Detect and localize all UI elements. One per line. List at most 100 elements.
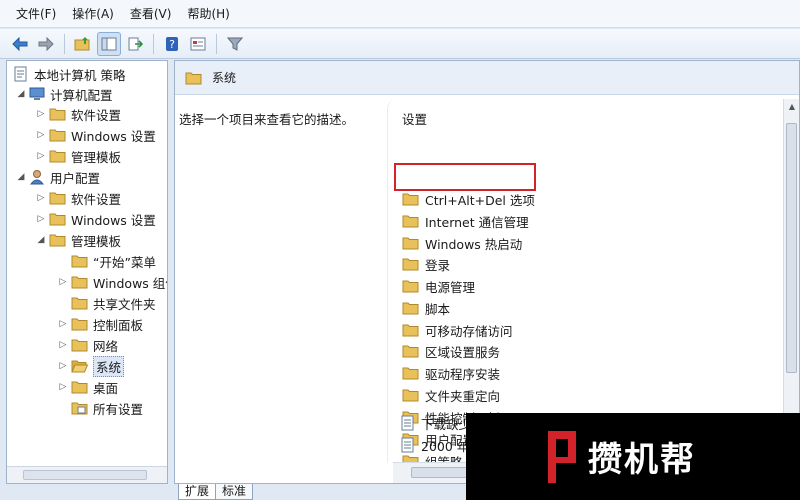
collapsed-arrow-icon[interactable]: ▷ xyxy=(35,151,47,161)
pane-header: 系统 xyxy=(175,61,799,95)
folder-icon xyxy=(71,296,88,310)
scroll-thumb[interactable] xyxy=(23,470,147,480)
folder-icon xyxy=(185,71,202,85)
folder-icon xyxy=(402,323,419,337)
highlight-box xyxy=(394,163,536,191)
folder-icon xyxy=(71,338,88,352)
folder-icon xyxy=(49,233,66,247)
tab-standard[interactable]: 标准 xyxy=(215,484,254,500)
tree-cc-windows[interactable]: ▷ Windows 设置 xyxy=(35,125,156,145)
setting-document-icon xyxy=(401,415,415,431)
folder-icon xyxy=(402,192,419,206)
collapsed-arrow-icon[interactable]: ▷ xyxy=(35,130,47,140)
open-folder-icon xyxy=(71,359,88,373)
expanded-arrow-icon[interactable]: ◢ xyxy=(15,89,27,99)
collapsed-arrow-icon[interactable]: ▷ xyxy=(57,361,69,371)
folder-icon xyxy=(49,212,66,226)
brand-logo-icon xyxy=(544,427,580,487)
tree-user-config[interactable]: ◢ 用户配置 xyxy=(15,167,100,187)
collapsed-arrow-icon[interactable]: ▷ xyxy=(35,109,47,119)
collapsed-arrow-icon[interactable]: ▷ xyxy=(57,319,69,329)
folder-icon xyxy=(402,257,419,271)
tab-extended[interactable]: 扩展 xyxy=(178,484,217,500)
menu-help[interactable]: 帮助(H) xyxy=(179,3,237,25)
folder-icon xyxy=(49,128,66,142)
collapsed-arrow-icon[interactable]: ▷ xyxy=(57,340,69,350)
list-item[interactable]: Internet 通信管理 xyxy=(402,211,529,231)
tree-cc-software[interactable]: ▷ 软件设置 xyxy=(35,104,121,124)
menu-bar: 文件(F) 操作(A) 查看(V) 帮助(H) xyxy=(0,0,800,28)
folder-icon xyxy=(71,275,88,289)
column-header-settings[interactable]: 设置 xyxy=(402,109,427,128)
folder-icon xyxy=(402,236,419,250)
settings-vertical-scrollbar[interactable]: ▲ xyxy=(783,99,799,465)
folder-icon xyxy=(71,380,88,394)
list-item[interactable]: Windows 热启动 xyxy=(402,233,522,253)
expanded-arrow-icon[interactable]: ◢ xyxy=(15,172,27,182)
toolbar-separator xyxy=(153,33,154,54)
toolbar-separator xyxy=(216,33,217,54)
tree-network[interactable]: ▷ 网络 xyxy=(57,335,118,355)
collapsed-arrow-icon[interactable]: ▷ xyxy=(57,382,69,392)
tree-desktop[interactable]: ▷ 桌面 xyxy=(57,377,118,397)
tree-shared-folders[interactable]: 共享文件夹 xyxy=(57,293,156,313)
folder-icon xyxy=(402,388,419,402)
collapsed-arrow-icon[interactable]: ▷ xyxy=(57,277,69,287)
list-item[interactable]: Ctrl+Alt+Del 选项 xyxy=(402,189,535,209)
tree-all-settings[interactable]: 所有设置 xyxy=(57,398,143,418)
collapsed-arrow-icon[interactable]: ▷ xyxy=(35,193,47,203)
list-item[interactable]: 文件夹重定向 xyxy=(402,385,500,405)
tree-uc-software[interactable]: ▷ 软件设置 xyxy=(35,188,121,208)
folder-icon xyxy=(49,107,66,121)
list-item[interactable]: 驱动程序安装 xyxy=(402,363,500,383)
list-item[interactable]: 登录 xyxy=(402,254,450,274)
tree-windows-components[interactable]: ▷ Windows 组件 xyxy=(57,272,167,292)
toolbar: ? xyxy=(0,29,800,59)
list-item[interactable]: 脚本 xyxy=(402,298,450,318)
tree-horizontal-scrollbar[interactable] xyxy=(7,466,167,483)
tree-uc-admin[interactable]: ◢ 管理模板 xyxy=(35,230,121,250)
computer-icon xyxy=(29,86,45,102)
menu-action[interactable]: 操作(A) xyxy=(64,3,122,25)
folder-icon xyxy=(402,279,419,293)
list-item[interactable]: 电源管理 xyxy=(402,276,475,296)
folder-icon xyxy=(49,191,66,205)
setting-document-icon xyxy=(401,437,415,453)
tree-system[interactable]: ▷ 系统 xyxy=(57,355,125,377)
collapsed-arrow-icon[interactable]: ▷ xyxy=(35,214,47,224)
tree-start-menu[interactable]: “开始”菜单 xyxy=(57,251,156,271)
back-arrow-icon[interactable] xyxy=(8,32,32,56)
filter-icon[interactable] xyxy=(223,32,247,56)
policy-tree: 本地计算机 策略 ◢ 计算机配置 ▷ 软件设置 ▷ Windows 设置 ▷ 管… xyxy=(6,60,168,484)
menu-view[interactable]: 查看(V) xyxy=(122,3,180,25)
tree-root[interactable]: 本地计算机 策略 xyxy=(11,64,125,84)
settings-list: 设置 Ctrl+Alt+Del 选项 Internet 通信管理 Windows… xyxy=(387,99,788,470)
scroll-thumb[interactable] xyxy=(786,123,797,373)
folder-icon xyxy=(402,301,419,315)
menu-file[interactable]: 文件(F) xyxy=(8,3,64,25)
tree-uc-windows[interactable]: ▷ Windows 设置 xyxy=(35,209,156,229)
tree-control-panel[interactable]: ▷ 控制面板 xyxy=(57,314,143,334)
folder-icon xyxy=(402,344,419,358)
properties-icon[interactable] xyxy=(186,32,210,56)
tree-cc-admin[interactable]: ▷ 管理模板 xyxy=(35,146,121,166)
description-text: 选择一个项目来查看它的描述。 xyxy=(179,112,355,127)
view-tabs: 扩展 标准 xyxy=(178,484,254,500)
help-icon[interactable]: ? xyxy=(160,32,184,56)
settings-folder-icon xyxy=(71,401,88,415)
pane-title: 系统 xyxy=(212,71,237,85)
list-item[interactable]: 区域设置服务 xyxy=(402,341,500,361)
folder-icon xyxy=(71,254,88,268)
scroll-up-arrow-icon[interactable]: ▲ xyxy=(784,99,799,115)
tree-computer-config[interactable]: ◢ 计算机配置 xyxy=(15,84,113,104)
policy-icon xyxy=(13,66,29,82)
list-item[interactable]: 可移动存储访问 xyxy=(402,320,513,340)
export-list-icon[interactable] xyxy=(123,32,147,56)
show-hide-tree-icon[interactable] xyxy=(97,31,121,56)
up-folder-icon[interactable] xyxy=(71,32,95,56)
folder-icon xyxy=(402,366,419,380)
expanded-arrow-icon[interactable]: ◢ xyxy=(35,235,47,245)
folder-icon xyxy=(49,149,66,163)
watermark-text: 攒机帮 xyxy=(588,440,696,480)
forward-arrow-icon[interactable] xyxy=(34,32,58,56)
